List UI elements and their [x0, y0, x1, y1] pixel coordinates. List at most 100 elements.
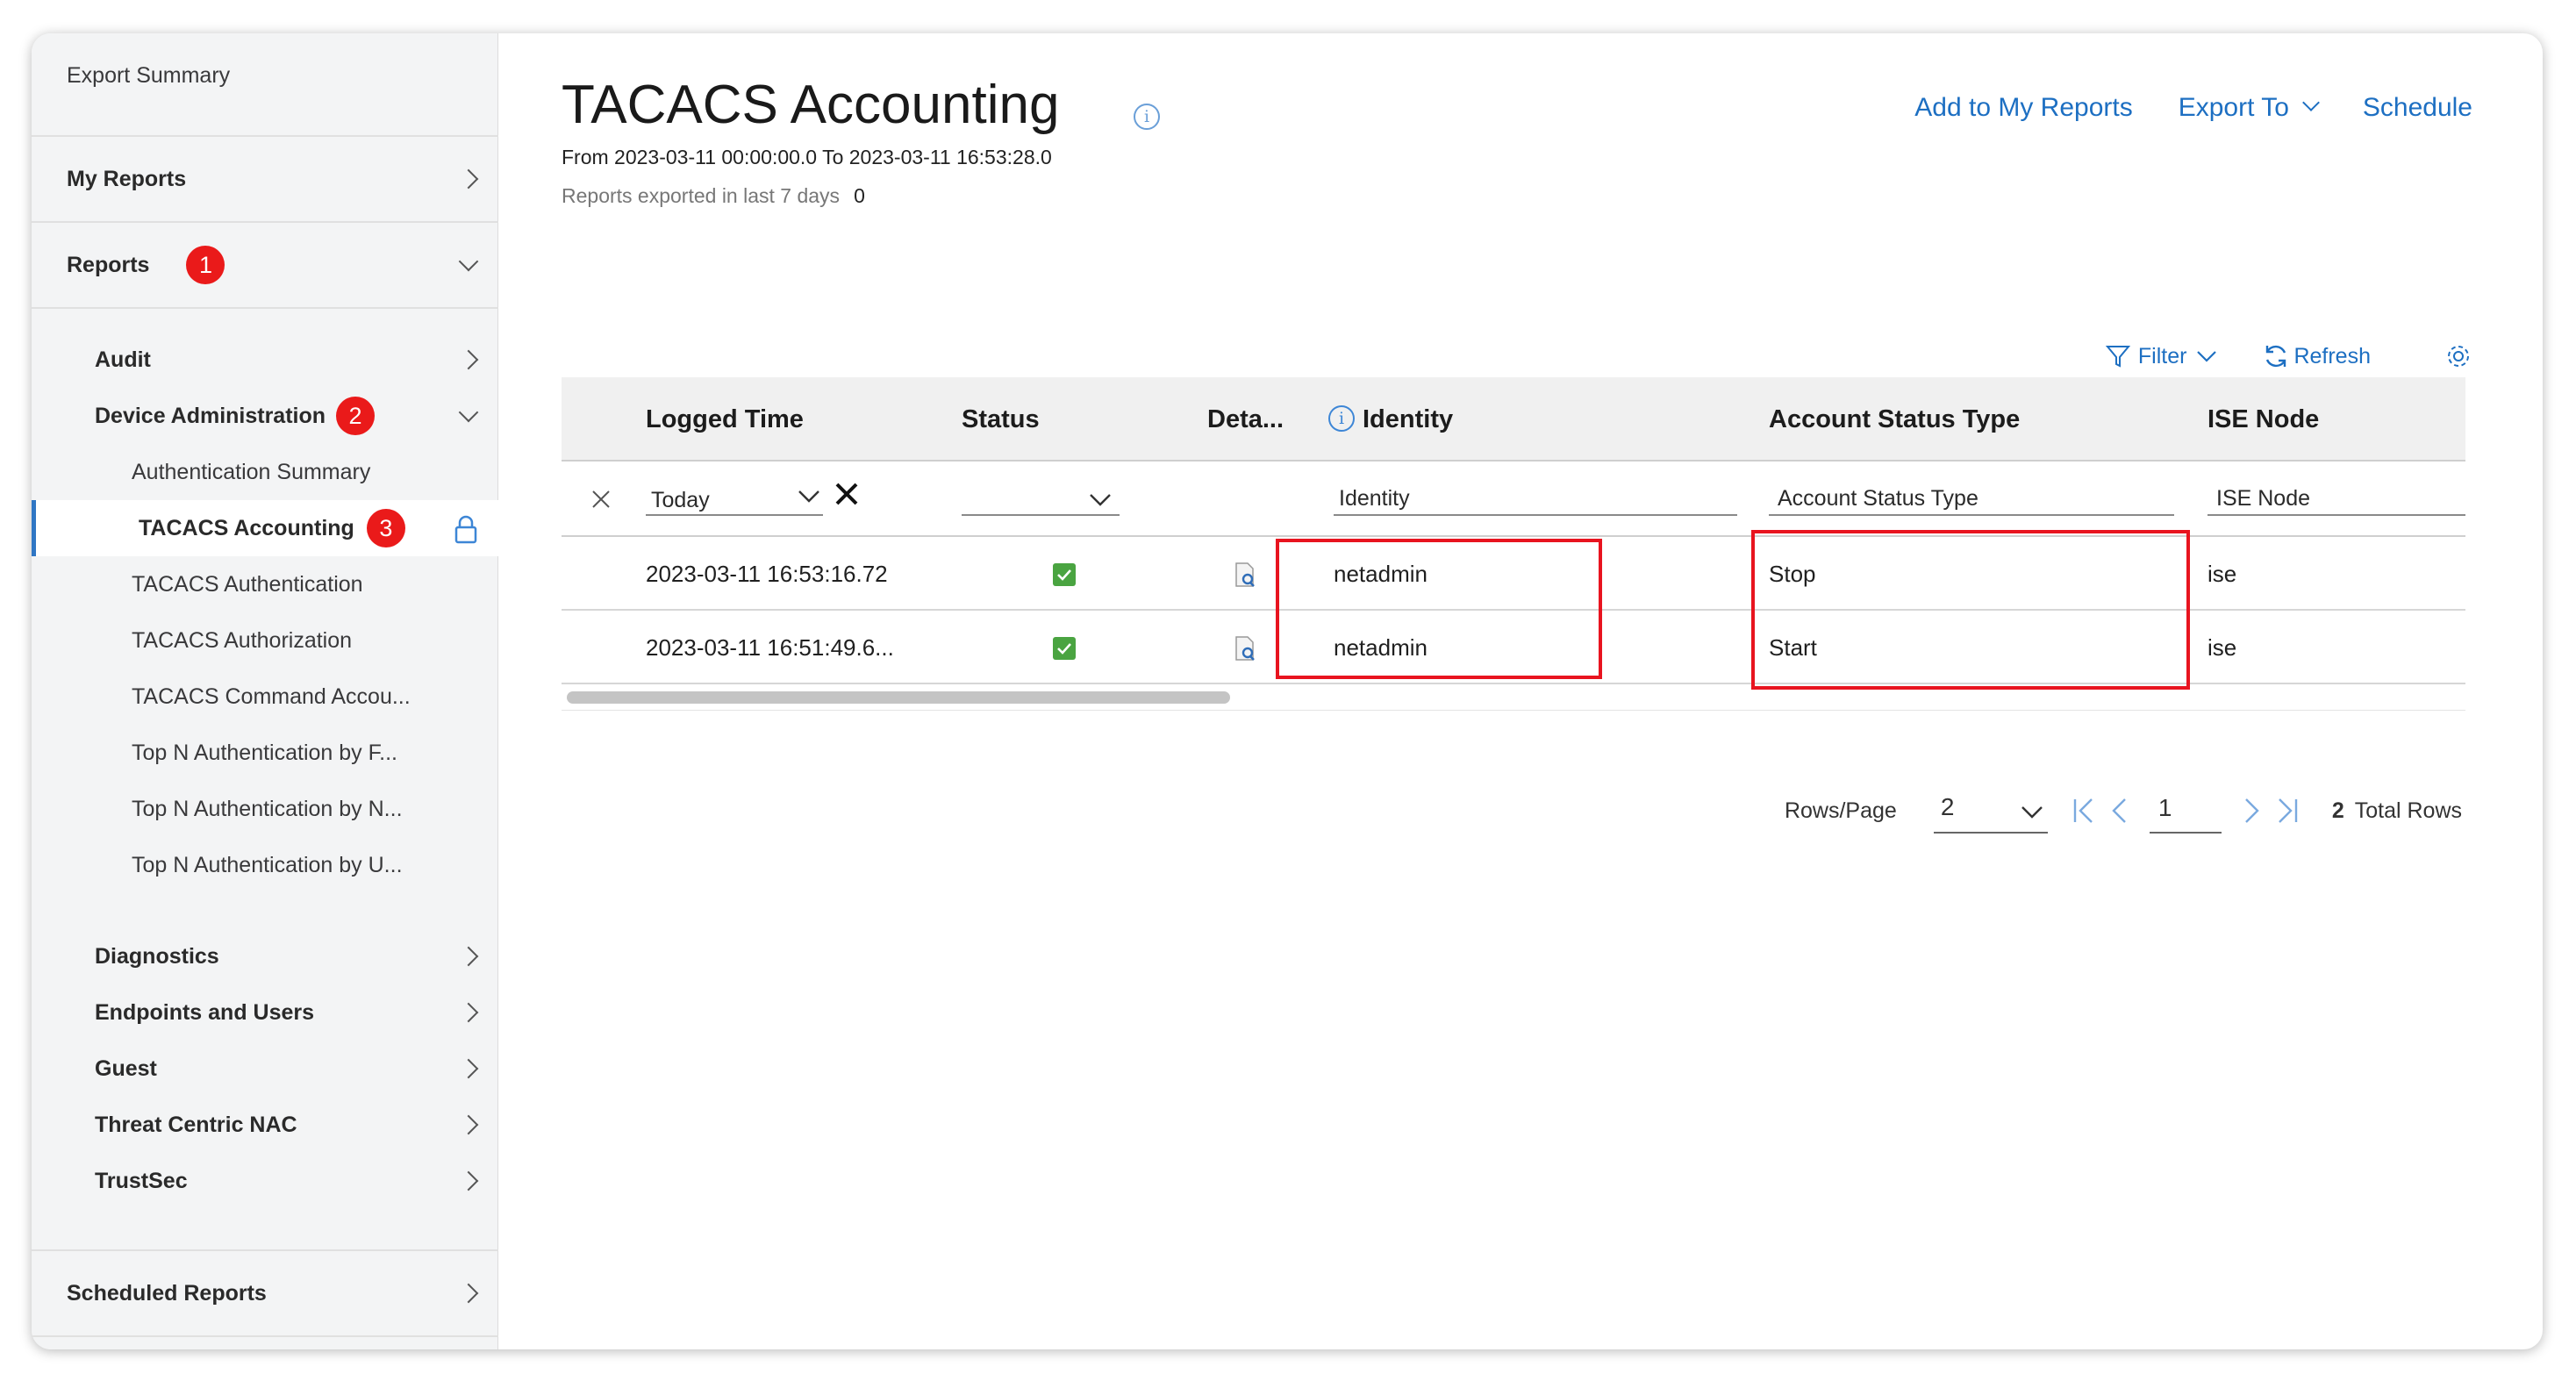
divider — [32, 1335, 498, 1337]
details-icon[interactable] — [1234, 562, 1256, 588]
sidebar-reports[interactable]: Reports 1 — [32, 223, 498, 307]
chevron-down-icon — [458, 402, 479, 423]
sidebar-subitem[interactable]: TACACS Authorization — [32, 612, 498, 669]
sidebar-item-label: Audit — [95, 347, 151, 372]
filter-underline — [646, 514, 823, 516]
highlight-box-identity — [1276, 539, 1602, 679]
date-range: From 2023-03-11 00:00:00.0 To 2023-03-11… — [562, 146, 1052, 168]
sidebar-item-diagnostics[interactable]: Diagnostics — [32, 928, 498, 984]
sidebar-item-threat-centric-nac[interactable]: Threat Centric NAC — [32, 1097, 498, 1153]
filter-row: Today Identity Account Status Type ISE N… — [562, 462, 2465, 537]
table-toolbar: Filter Refresh — [2105, 342, 2472, 370]
sidebar-export-summary[interactable]: Export Summary — [32, 33, 498, 118]
report-table: Logged Time Status Deta... i Identity Ac… — [562, 377, 2465, 711]
sidebar-item-label: Endpoints and Users — [95, 999, 315, 1025]
sidebar-item-device-administration[interactable]: Device Administration 2 — [32, 388, 498, 444]
sidebar-subitem-active[interactable]: TACACS Accounting 3 — [32, 500, 498, 556]
column-header-identity[interactable]: Identity — [1363, 377, 1453, 462]
filter-label: Filter — [2137, 343, 2187, 369]
column-header-status[interactable]: Status — [962, 377, 1040, 462]
highlight-box-account-status — [1751, 530, 2190, 690]
sidebar-item-label: Export Summary — [67, 62, 231, 88]
sidebar-subitem[interactable]: Authentication Summary — [32, 444, 498, 500]
app-window: Export Summary My Reports Reports 1 Audi… — [32, 33, 2543, 1349]
scrollbar-thumb[interactable] — [567, 691, 1230, 704]
column-header-ise-node[interactable]: ISE Node — [2207, 377, 2319, 462]
chevron-right-icon — [458, 946, 479, 967]
identity-filter-input[interactable]: Identity — [1339, 486, 1410, 512]
sidebar-subitem[interactable]: TACACS Authentication — [32, 556, 498, 612]
filter-underline — [1334, 514, 1737, 516]
sidebar-item-trustsec[interactable]: TrustSec — [32, 1153, 498, 1209]
page-number-input[interactable]: 1 — [2149, 788, 2222, 834]
next-page-icon[interactable] — [2237, 797, 2264, 825]
chevron-down-icon — [458, 251, 479, 272]
sidebar-item-label: Scheduled Reports — [67, 1280, 267, 1306]
chevron-right-icon — [458, 1114, 479, 1135]
export-to-dropdown[interactable]: Export To — [2178, 93, 2320, 123]
step-badge: 3 — [366, 509, 405, 547]
step-badge: 1 — [186, 246, 225, 284]
exported-value: 0 — [854, 184, 865, 207]
filter-button[interactable]: Filter — [2105, 343, 2219, 369]
sidebar-subitem[interactable]: Top N Authentication by N... — [32, 781, 498, 837]
logged-time-cell: 2023-03-11 16:53:16.72 — [646, 561, 888, 587]
clear-filter-icon[interactable] — [834, 481, 860, 507]
sidebar-my-reports[interactable]: My Reports — [32, 137, 498, 221]
page-title: TACACS Accounting — [562, 75, 1060, 135]
sidebar-subitem[interactable]: TACACS Command Accou... — [32, 669, 498, 725]
chevron-down-icon[interactable] — [1088, 491, 1113, 509]
ise-node-cell: ise — [2207, 634, 2237, 661]
add-to-my-reports-link[interactable]: Add to My Reports — [1914, 93, 2132, 123]
ise-node-filter-input[interactable]: ISE Node — [2216, 486, 2310, 512]
top-actions: Add to My Reports Export To Schedule — [1914, 93, 2472, 123]
sidebar-item-audit[interactable]: Audit — [32, 332, 498, 388]
sidebar-item-label: TrustSec — [95, 1168, 188, 1193]
status-filter-select[interactable] — [962, 514, 1120, 516]
previous-page-icon[interactable] — [2107, 797, 2134, 825]
table-header: Logged Time Status Deta... i Identity Ac… — [562, 377, 2465, 462]
sidebar-item-label: Threat Centric NAC — [95, 1112, 297, 1137]
rows-per-page-value: 2 — [1940, 793, 1955, 820]
column-header-logged-time[interactable]: Logged Time — [646, 377, 804, 462]
rows-per-page-select[interactable]: 2 — [1933, 788, 2048, 834]
sidebar-subitem-label: TACACS Accounting — [139, 515, 354, 540]
details-icon[interactable] — [1234, 635, 1256, 662]
export-to-label: Export To — [2178, 93, 2289, 122]
refresh-button[interactable]: Refresh — [2262, 342, 2371, 370]
status-check-icon — [1053, 563, 1076, 586]
gear-icon[interactable] — [2444, 342, 2472, 370]
account-status-filter-input[interactable]: Account Status Type — [1778, 486, 1979, 512]
column-header-account-status-type[interactable]: Account Status Type — [1769, 377, 2020, 462]
exported-label: Reports exported in last 7 days — [562, 184, 841, 207]
chevron-right-icon — [458, 1170, 479, 1191]
sidebar-item-label: Guest — [95, 1055, 157, 1081]
sidebar-item-label: Device Administration — [95, 403, 326, 428]
info-icon[interactable]: i — [1328, 405, 1355, 432]
first-page-icon[interactable] — [2071, 797, 2100, 825]
info-icon[interactable]: i — [1134, 104, 1160, 130]
schedule-link[interactable]: Schedule — [2363, 93, 2472, 123]
close-icon[interactable] — [590, 488, 612, 511]
rows-per-page-label: Rows/Page — [1784, 798, 1897, 823]
sidebar-scheduled-reports[interactable]: Scheduled Reports — [32, 1251, 498, 1335]
logged-time-filter-value[interactable]: Today — [651, 488, 710, 513]
sidebar-subitem-label: Top N Authentication by N... — [132, 796, 403, 821]
chevron-down-icon[interactable] — [797, 488, 821, 505]
chevron-right-icon — [458, 168, 479, 190]
sidebar-item-guest[interactable]: Guest — [32, 1041, 498, 1097]
sidebar-subitem[interactable]: Top N Authentication by U... — [32, 837, 498, 893]
sidebar-subitem[interactable]: Top N Authentication by F... — [32, 725, 498, 781]
filter-icon — [2105, 346, 2131, 368]
sidebar-item-label: Reports — [67, 252, 150, 277]
lock-icon[interactable] — [453, 514, 479, 544]
column-header-details[interactable]: Deta... — [1207, 377, 1284, 462]
pagination: Rows/Page 2 1 2 Total Rows — [1785, 788, 2462, 834]
chevron-right-icon — [458, 1002, 479, 1023]
exported-count: Reports exported in last 7 days 0 — [562, 184, 865, 208]
filter-underline — [1769, 514, 2174, 516]
chevron-right-icon — [458, 349, 479, 370]
sidebar-subitem-label: Top N Authentication by F... — [132, 740, 397, 765]
last-page-icon[interactable] — [2271, 797, 2301, 825]
sidebar-item-endpoints-users[interactable]: Endpoints and Users — [32, 984, 498, 1041]
